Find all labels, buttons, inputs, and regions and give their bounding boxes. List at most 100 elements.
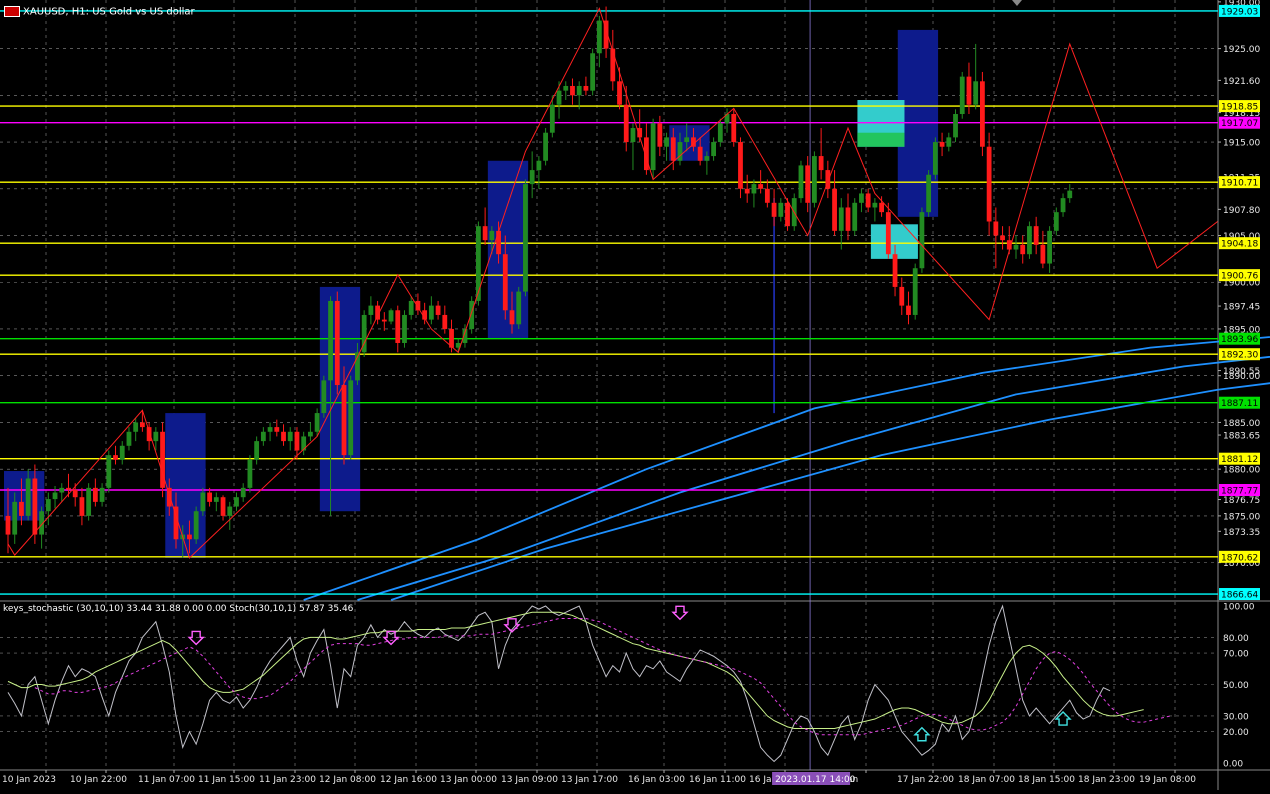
price-tick-label: 1885.00 [1223, 419, 1260, 429]
candle-body [885, 212, 891, 255]
candle-body [301, 436, 307, 451]
chart-root[interactable]: 1930.001925.001921.601918.151915.001911.… [0, 0, 1270, 790]
candle-body [32, 478, 38, 535]
candle-body [623, 104, 629, 143]
candle-body [442, 314, 448, 329]
candle-body [523, 184, 528, 292]
candle-body [314, 413, 320, 432]
candle-body [845, 207, 851, 231]
candle-body [610, 48, 616, 82]
time-tick-label: 10 Jan 2023 [2, 775, 56, 785]
candle-body [227, 506, 233, 516]
level-price-tag-label: 1881.12 [1221, 455, 1258, 465]
price-tick-label: 1921.60 [1223, 77, 1260, 87]
time-tick-label: 11 Jan 23:00 [259, 775, 316, 785]
candle-body [926, 174, 932, 213]
candle-body [92, 487, 98, 502]
header-description: US Gold vs US dollar [92, 6, 195, 18]
crosshair-time-label: 2023.01.17 14:00 [775, 775, 856, 785]
candle-body [980, 81, 985, 147]
candle-body [247, 459, 253, 488]
candle-body [428, 305, 434, 320]
candle-body [193, 511, 199, 540]
level-price-tag-label: 1893.96 [1221, 335, 1258, 345]
candle-body [549, 104, 555, 133]
candle-body [650, 123, 656, 171]
level-price-tag-label: 1887.11 [1221, 399, 1258, 409]
candle-body [341, 385, 347, 456]
price-tick-label: 1883.65 [1223, 432, 1260, 442]
candle-body [751, 184, 757, 194]
candle-body [744, 188, 750, 194]
candle-body [953, 114, 958, 138]
candle-body [731, 114, 737, 143]
candle-body [402, 314, 407, 343]
candle-body [72, 489, 78, 498]
candle-body [717, 123, 723, 143]
time-tick-label: 18 Jan 23:00 [1078, 775, 1135, 785]
candle-body [388, 310, 394, 322]
candle-body [213, 497, 219, 502]
candle-body [576, 85, 582, 96]
candle-body [778, 202, 784, 217]
time-tick-label: 18 Jan 07:00 [958, 775, 1015, 785]
candle-body [859, 193, 864, 203]
candle-body [912, 268, 918, 315]
candle-body [697, 146, 703, 161]
level-price-tag-label: 1870.62 [1221, 553, 1258, 563]
candle-body [294, 431, 300, 451]
price-tick-label: 1915.00 [1223, 139, 1260, 149]
candle-body [1033, 226, 1039, 245]
price-tick-label: 1880.00 [1223, 466, 1260, 476]
chart-svg[interactable]: 1930.001925.001921.601918.151915.001911.… [0, 0, 1270, 790]
candle-body [986, 146, 992, 222]
candle-body [59, 487, 65, 493]
candle-body [79, 497, 85, 516]
candle-body [617, 81, 622, 105]
candle-body [1020, 244, 1026, 255]
level-price-tag-label: 1917.07 [1221, 119, 1258, 129]
header-separator: , [65, 6, 69, 18]
candle-body [919, 212, 925, 269]
time-tick-label: 12 Jan 08:00 [319, 775, 376, 785]
candle-body [489, 230, 495, 241]
candle-body [274, 427, 280, 432]
candle-body [146, 427, 152, 442]
candle-body [220, 497, 226, 516]
candle-body [738, 142, 743, 189]
zone-box-blue [487, 160, 529, 339]
candle-body [381, 319, 387, 322]
candle-body [153, 431, 159, 442]
candle-body [657, 123, 663, 147]
candle-body [52, 492, 58, 500]
candle-body [684, 137, 690, 143]
candle-body [133, 422, 139, 432]
price-tick-label: 1875.00 [1223, 512, 1260, 522]
candle-body [899, 286, 905, 306]
time-tick-label: 16 Jan 03:00 [628, 775, 685, 785]
candle-body [86, 487, 92, 516]
flag-icon [4, 6, 20, 17]
level-price-tag-label: 1929.03 [1221, 7, 1258, 17]
price-tick-label: 1925.00 [1223, 45, 1260, 55]
candle-body [234, 497, 239, 507]
candle-body [368, 305, 374, 315]
candle-body [200, 492, 206, 512]
candle-body [66, 487, 71, 490]
candle-body [321, 380, 327, 414]
candle-body [583, 85, 589, 91]
candle-body [993, 221, 999, 236]
candle-body [1000, 235, 1005, 241]
level-price-tag-label: 1904.18 [1221, 240, 1258, 250]
candle-body [334, 300, 340, 386]
candle-body [529, 170, 535, 185]
header-timeframe: H1 [71, 6, 86, 18]
candle-body [509, 310, 515, 325]
candle-body [785, 202, 790, 227]
time-tick-label: 12 Jan 16:00 [380, 775, 437, 785]
candle-body [664, 137, 669, 147]
candle-body [630, 128, 636, 143]
stochastic-tick-label: 80.00 [1223, 634, 1249, 644]
candle-body [207, 492, 212, 502]
candle-body [469, 300, 475, 329]
